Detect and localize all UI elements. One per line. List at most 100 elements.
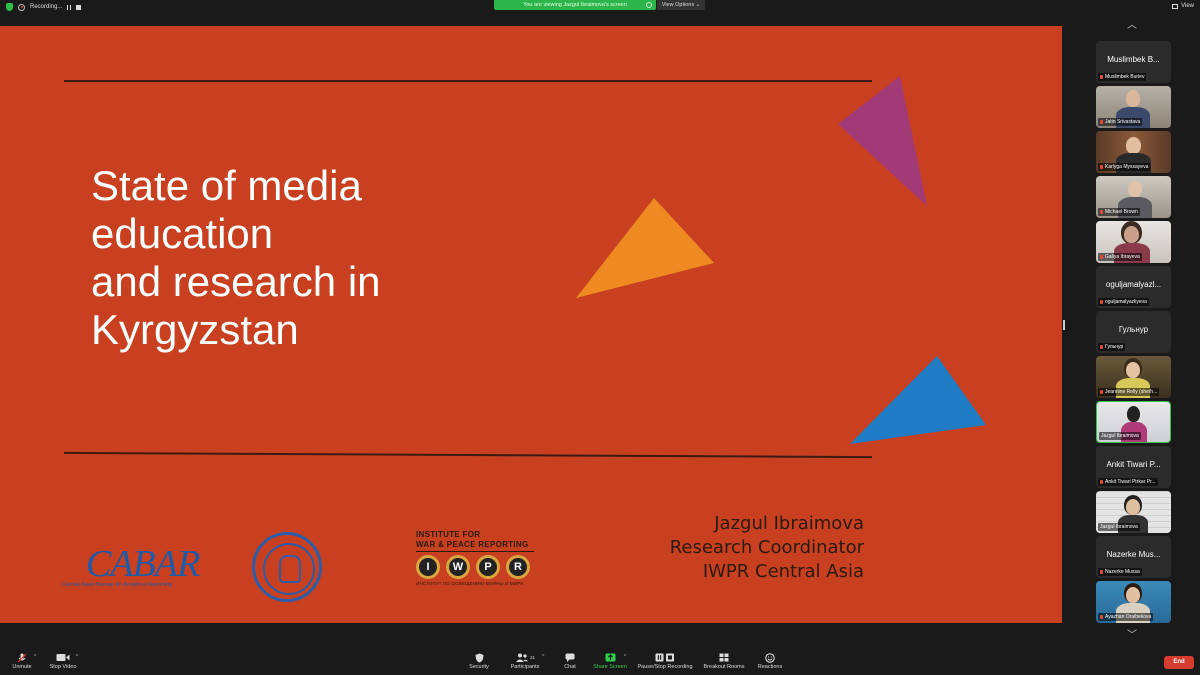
pause-recording-label: Pause/Stop Recording — [637, 664, 693, 670]
view-label: View — [1181, 3, 1194, 9]
pause-stop-icon — [636, 653, 694, 662]
video-options-caret[interactable]: ^ — [76, 654, 78, 660]
participant-tile[interactable]: Jazgul Ibraimova — [1096, 491, 1171, 533]
cabar-wordmark: CABAR — [86, 543, 200, 585]
muted-mic-icon — [1100, 164, 1103, 169]
participant-tile[interactable]: Galiya Ibrayeva — [1096, 221, 1171, 263]
audio-options-caret[interactable]: ^ — [34, 654, 36, 660]
title-line: Kyrgyzstan — [91, 306, 299, 353]
magenta-triangle — [838, 76, 927, 206]
muted-mic-icon — [1100, 119, 1103, 124]
unmute-label: Unmute — [12, 664, 32, 670]
muted-microphone-icon — [8, 653, 36, 662]
iwpr-title-2: WAR & PEACE REPORTING — [416, 540, 529, 549]
participant-tile[interactable]: Michael Brown — [1096, 176, 1171, 218]
participant-label: Jazgul Ibraimova — [1098, 523, 1140, 531]
iwpr-key: R — [506, 555, 530, 579]
participant-label: Jazgul Ibraimova — [1099, 432, 1141, 440]
participant-name-large: Ankit Tiwari P... — [1106, 460, 1161, 469]
chevron-down-icon: ⌄ — [695, 2, 701, 8]
breakout-rooms-icon — [702, 653, 746, 662]
stop-video-label: Stop Video — [49, 664, 77, 670]
participant-label: Ayazhan Oralbekova — [1098, 613, 1154, 621]
presenter-role: Research Coordinator — [669, 537, 864, 558]
view-options-button[interactable]: View Options ⌄ — [657, 0, 705, 10]
reactions-button[interactable]: Reactions — [754, 652, 786, 670]
view-options-label: View Options — [661, 2, 695, 8]
participant-tile[interactable]: Jatin Srivastava — [1096, 86, 1171, 128]
title-line: State of media — [91, 162, 362, 209]
reactions-label: Reactions — [757, 664, 783, 670]
meeting-top-bar: Recording... You are viewing Jazgul Ibra… — [0, 0, 1200, 14]
participant-label: Muslimbek Buriev — [1098, 73, 1147, 81]
pause-stop-recording-button[interactable]: Pause/Stop Recording — [636, 653, 694, 670]
security-label: Security — [469, 664, 489, 670]
participant-tile[interactable]: Muslimbek B... Muslimbek Buriev — [1096, 41, 1171, 83]
presenter-info: Jazgul Ibraimova Research Coordinator IW… — [670, 512, 864, 584]
iwpr-key: P — [476, 555, 500, 579]
end-meeting-button[interactable]: End — [1164, 656, 1194, 669]
muted-mic-icon — [1100, 479, 1103, 484]
grid-icon — [1172, 3, 1179, 9]
iwpr-russian-name: ИНСТИТУТ ПО ОСВЕЩЕНИЮ ВОЙНЫ И МИРА — [416, 582, 524, 587]
participants-options-caret[interactable]: ^ — [542, 654, 544, 660]
participant-tile[interactable]: Karlyga Myssayeva — [1096, 131, 1171, 173]
participant-tile[interactable]: Гульнур Гульнур — [1096, 311, 1171, 353]
stop-recording-icon[interactable] — [76, 4, 82, 10]
presenter-name: Jazgul Ibraimova — [714, 513, 864, 534]
chat-bubble-icon — [560, 653, 580, 662]
participant-label: Karlyga Myssayeva — [1098, 163, 1151, 171]
participants-icon: 21 — [506, 653, 544, 662]
participant-tile-active-speaker[interactable]: Jazgul Ibraimova — [1096, 401, 1171, 443]
participant-tile[interactable]: Ankit Tiwari P... Ankit Tiwari Ptrkar Pr… — [1096, 446, 1171, 488]
muted-mic-icon — [1100, 74, 1103, 79]
share-screen-label: Share Screen — [593, 664, 627, 670]
participant-tile[interactable]: oguljamalyazl... oguljamalyazliyeva — [1096, 266, 1171, 308]
muted-mic-icon — [1100, 209, 1103, 214]
participant-label: Galiya Ibrayeva — [1098, 253, 1142, 261]
participant-tile[interactable]: Jeannine Relly (she/h... — [1096, 356, 1171, 398]
pause-recording-icon[interactable] — [67, 4, 72, 10]
share-status-icon — [646, 2, 652, 8]
unmute-button[interactable]: Unmute — [8, 653, 36, 670]
chat-button[interactable]: Chat — [560, 653, 580, 670]
iwpr-logo: INSTITUTE FOR WAR & PEACE REPORTING I W … — [416, 530, 546, 600]
title-line: education — [91, 210, 274, 257]
muted-mic-icon — [1100, 344, 1103, 349]
participants-count: 21 — [529, 655, 535, 660]
breakout-rooms-button[interactable]: Breakout Rooms — [702, 653, 746, 670]
recording-label: Recording... — [30, 4, 63, 10]
participant-label: Гульнур — [1098, 343, 1126, 351]
muted-mic-icon — [1100, 389, 1103, 394]
viewing-banner-text: You are viewing Jazgul Ibraimova's scree… — [523, 2, 627, 8]
panel-resize-handle[interactable] — [1063, 320, 1065, 330]
iwpr-divider — [416, 551, 534, 552]
participant-label: Ankit Tiwari Ptrkar Pr... — [1098, 478, 1158, 486]
participant-tile[interactable]: Nazerke Mus... Nazerke Mussa — [1096, 536, 1171, 578]
chevron-up-icon[interactable]: ︿ — [1126, 21, 1138, 31]
muted-mic-icon — [1100, 254, 1103, 259]
participant-label: Nazerke Mussa — [1098, 568, 1142, 576]
participants-label: Participants — [510, 664, 540, 670]
participant-label: Michael Brown — [1098, 208, 1140, 216]
participant-tile[interactable]: Ayazhan Oralbekova — [1096, 581, 1171, 623]
chevron-down-icon[interactable]: ﹀ — [1126, 631, 1138, 641]
shield-icon[interactable] — [6, 3, 13, 11]
participants-button[interactable]: 21 Participants — [506, 653, 544, 670]
orange-triangle — [576, 198, 714, 298]
slide-title: State of media education and research in… — [91, 162, 381, 354]
presenter-org: IWPR Central Asia — [702, 561, 864, 582]
blue-triangle — [850, 356, 986, 444]
iwpr-title-1: INSTITUTE FOR — [416, 530, 481, 539]
iwpr-key: I — [416, 555, 440, 579]
participant-name-large: Nazerke Mus... — [1106, 550, 1161, 559]
view-button[interactable]: View — [1172, 3, 1194, 9]
meeting-controls-bar: Unmute ^ Stop Video ^ Security 21 Partic… — [0, 650, 1200, 675]
security-button[interactable]: Security — [466, 653, 492, 670]
cabar-logo: CABAR Central Asian Bureau for Analytica… — [62, 540, 202, 596]
participant-label: Jatin Srivastava — [1098, 118, 1143, 126]
participant-name-large: Muslimbek B... — [1107, 55, 1160, 64]
share-options-caret[interactable]: ^ — [624, 654, 626, 660]
recording-status: Recording... — [6, 2, 82, 12]
cabar-subtitle: Central Asian Bureau for Analytical Repo… — [62, 582, 173, 588]
